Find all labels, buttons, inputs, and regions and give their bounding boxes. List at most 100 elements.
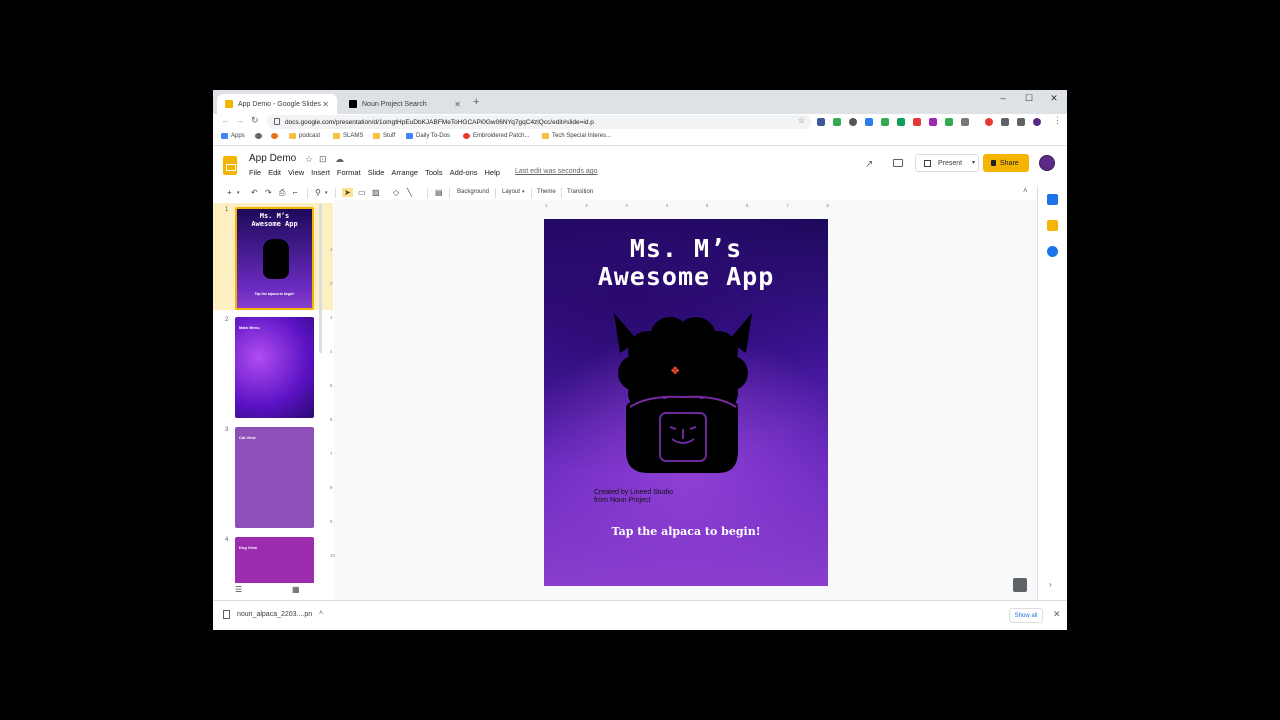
close-icon[interactable]: ✕ <box>1053 609 1061 620</box>
bookmark-folder-stuff[interactable]: Stuff <box>373 133 395 139</box>
grid-view-icon[interactable]: ▦ <box>292 585 300 594</box>
star-icon[interactable]: ☆ <box>305 154 313 165</box>
chrome-menu-icon[interactable]: ⋮ <box>1053 115 1062 126</box>
minimize-button[interactable]: – <box>991 93 1015 103</box>
show-all-button[interactable]: Show all <box>1009 608 1043 623</box>
bookmark-item[interactable] <box>255 133 265 139</box>
extension-icon[interactable] <box>913 118 921 126</box>
slide-thumbnail-3[interactable]: Cat View <box>235 427 314 528</box>
explore-icon[interactable] <box>1013 578 1027 592</box>
slide-thumbnail-4[interactable]: Dog View <box>235 537 314 583</box>
calendar-icon[interactable] <box>1047 194 1058 205</box>
reload-icon[interactable]: ↻ <box>251 115 259 126</box>
chevron-down-icon[interactable]: ▾ <box>237 190 240 196</box>
keep-icon[interactable] <box>1047 220 1058 231</box>
extension-icon[interactable] <box>881 118 889 126</box>
chevron-down-icon[interactable]: ▾ <box>972 159 975 166</box>
extension-icon[interactable] <box>849 118 857 126</box>
menu-file[interactable]: File <box>249 168 261 177</box>
menu-slide[interactable]: Slide <box>368 168 385 177</box>
menu-format[interactable]: Format <box>337 168 361 177</box>
slide-thumbnail-1[interactable]: Ms. M’s Awesome App Tap the alpaca to beg… <box>235 207 314 310</box>
bookmark-folder-tech[interactable]: Tech Special Interes... <box>542 133 611 139</box>
new-tab-button[interactable]: + <box>473 96 479 108</box>
noun-project-favicon-icon <box>349 100 357 108</box>
bookmark-apps[interactable]: Apps <box>221 133 245 139</box>
tasks-icon[interactable] <box>1047 246 1058 257</box>
back-icon[interactable]: ← <box>221 115 230 125</box>
document-title[interactable]: App Demo <box>249 153 296 164</box>
puzzle-extensions-icon[interactable] <box>1001 118 1009 126</box>
forward-icon[interactable]: → <box>235 115 244 125</box>
menu-help[interactable]: Help <box>485 168 500 177</box>
menu-view[interactable]: View <box>288 168 304 177</box>
word-extension-icon[interactable] <box>865 118 873 126</box>
slides-logo-icon[interactable] <box>223 156 237 175</box>
tab-app-demo[interactable]: App Demo - Google Slides ✕ <box>217 94 337 114</box>
zoom-icon[interactable]: ⚲ <box>315 188 321 197</box>
chevron-up-icon[interactable]: ˄ <box>1023 186 1028 195</box>
extension-icon[interactable] <box>929 118 937 126</box>
undo-icon[interactable]: ↶ <box>251 188 258 197</box>
comment-icon[interactable] <box>893 159 903 167</box>
tab-noun-project[interactable]: Noun Project Search ✕ <box>341 94 469 114</box>
bookmark-daily-todos[interactable]: Daily To-Dos <box>406 133 450 139</box>
bookmark-item[interactable] <box>271 133 281 139</box>
layout-button[interactable]: Layout <box>502 189 520 195</box>
bookmark-star-icon[interactable]: ☆ <box>798 116 805 125</box>
filmstrip-scrollbar[interactable] <box>319 203 322 353</box>
cast-icon[interactable] <box>1017 118 1025 126</box>
extension-icon[interactable] <box>817 118 825 126</box>
chevron-right-icon[interactable]: › <box>1049 580 1052 589</box>
slide-thumbnail-2[interactable]: Main Menu <box>235 317 314 418</box>
new-slide-icon[interactable]: + <box>227 188 232 197</box>
menu-tools[interactable]: Tools <box>425 168 443 177</box>
transition-button[interactable]: Transition <box>567 189 593 195</box>
select-cursor-icon[interactable]: ➤ <box>342 188 353 197</box>
alpaca-icon[interactable] <box>608 311 758 481</box>
redo-icon[interactable]: ↷ <box>265 188 272 197</box>
slide-title[interactable]: Ms. M’s Awesome App <box>544 235 828 291</box>
theme-button[interactable]: Theme <box>537 189 556 195</box>
slide-canvas[interactable]: Ms. M’s Awesome App ✥ Created by Lineed … <box>544 219 828 586</box>
close-tab-icon[interactable]: ✕ <box>454 100 461 109</box>
menu-insert[interactable]: Insert <box>311 168 330 177</box>
print-icon[interactable]: ⎙ <box>279 188 285 198</box>
bookmark-embroidered[interactable]: Embroidered Patch... <box>463 133 529 139</box>
activity-trend-icon[interactable]: ↗ <box>865 159 873 170</box>
text-box-icon[interactable]: ▭ <box>358 188 366 197</box>
shape-icon[interactable]: ◇ <box>393 188 399 197</box>
present-button[interactable]: Present ▾ <box>915 154 979 172</box>
paint-format-icon[interactable]: ⌐ <box>293 188 298 197</box>
menu-edit[interactable]: Edit <box>268 168 281 177</box>
close-tab-icon[interactable]: ✕ <box>322 100 329 109</box>
drive-extension-icon[interactable] <box>833 118 841 126</box>
call-to-action-text[interactable]: Tap the alpaca to begin! <box>544 525 828 538</box>
sheets-extension-icon[interactable] <box>897 118 905 126</box>
image-icon[interactable]: ▨ <box>372 188 380 197</box>
line-icon[interactable]: ╲ <box>407 188 412 197</box>
chevron-down-icon[interactable]: ▾ <box>325 190 328 196</box>
extension-icon[interactable] <box>985 118 993 126</box>
chevron-up-icon[interactable]: ˄ <box>319 610 323 617</box>
extension-icon[interactable] <box>945 118 953 126</box>
share-button[interactable]: Share <box>983 154 1029 172</box>
move-folder-icon[interactable]: ⊡ <box>319 154 327 165</box>
last-edit-link[interactable]: Last edit was seconds ago <box>515 168 598 175</box>
add-comment-icon[interactable]: ▤ <box>435 188 443 197</box>
profile-avatar[interactable] <box>1033 118 1041 126</box>
url-field[interactable]: docs.google.com/presentation/d/1omgtHpEu… <box>267 115 811 129</box>
background-button[interactable]: Background <box>457 189 489 195</box>
menu-addons[interactable]: Add-ons <box>450 168 478 177</box>
tab-strip: App Demo - Google Slides ✕ Noun Project … <box>213 90 1067 114</box>
download-item[interactable]: noun_alpaca_2203....pn <box>223 610 312 619</box>
bookmark-folder-slams[interactable]: SLAMS <box>333 133 363 139</box>
chevron-down-icon[interactable]: ▾ <box>522 189 525 195</box>
bookmark-folder-podcast[interactable]: podcast <box>289 133 320 139</box>
filmstrip-view-icon[interactable]: ☰ <box>235 585 242 594</box>
close-window-button[interactable]: ✕ <box>1042 93 1066 104</box>
maximize-button[interactable]: ☐ <box>1017 93 1041 104</box>
account-avatar[interactable] <box>1039 155 1055 171</box>
menu-arrange[interactable]: Arrange <box>391 168 418 177</box>
extension-icon[interactable] <box>961 118 969 126</box>
